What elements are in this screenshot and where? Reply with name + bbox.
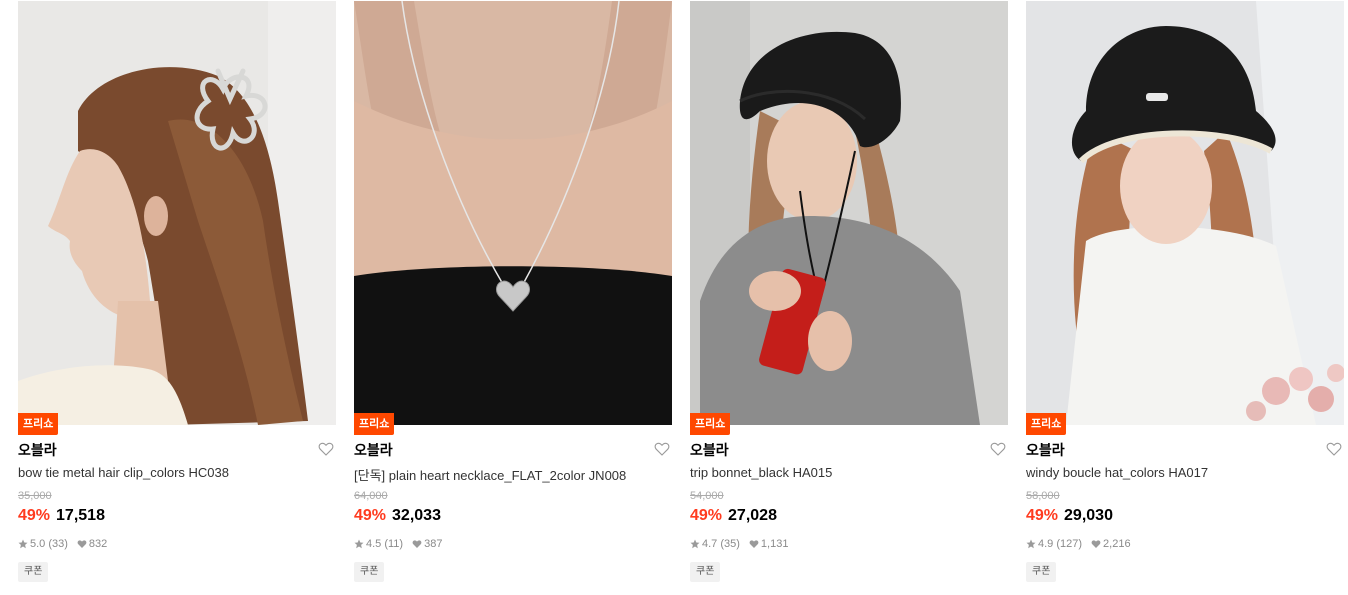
product-card[interactable]: 프리쇼 오블라 windy boucle hat_colors HA017 58… bbox=[1026, 0, 1344, 595]
price-row: 49% 29,030 bbox=[1026, 507, 1113, 525]
product-name[interactable]: windy boucle hat_colors HA017 bbox=[1026, 465, 1326, 480]
coupon-tag: 쿠폰 bbox=[690, 562, 721, 582]
coupon-tag: 쿠폰 bbox=[1026, 562, 1057, 582]
likes-count: 387 bbox=[412, 538, 442, 550]
product-image[interactable] bbox=[18, 1, 336, 425]
sale-price: 32,033 bbox=[392, 507, 441, 524]
price-row: 49% 32,033 bbox=[354, 507, 441, 525]
heart-icon bbox=[1091, 540, 1101, 548]
preshow-badge: 프리쇼 bbox=[690, 413, 731, 435]
rating-likes: 4.5 (11) 387 bbox=[354, 538, 442, 550]
heart-icon bbox=[77, 540, 87, 548]
sale-price: 29,030 bbox=[1064, 507, 1113, 524]
likes-text: 832 bbox=[88, 538, 108, 550]
product-photo-bonnet bbox=[690, 1, 1008, 425]
rating-text: 4.9 (127) bbox=[1038, 538, 1083, 550]
preshow-badge: 프리쇼 bbox=[354, 413, 395, 435]
wishlist-heart-icon[interactable] bbox=[1326, 441, 1342, 457]
brand-name[interactable]: 오블라 bbox=[354, 440, 393, 460]
wishlist-heart-icon[interactable] bbox=[990, 441, 1006, 457]
discount-rate: 49% bbox=[354, 507, 387, 524]
rating-likes: 4.7 (35) 1,131 bbox=[690, 538, 788, 550]
product-card[interactable]: 프리쇼 오블라 trip bonnet_black HA015 54,000 4… bbox=[690, 0, 1008, 595]
likes-text: 2,216 bbox=[1103, 538, 1131, 550]
star-icon bbox=[690, 539, 700, 549]
likes-count: 1,131 bbox=[749, 538, 789, 550]
star-icon bbox=[1026, 539, 1036, 549]
likes-text: 387 bbox=[424, 538, 443, 550]
preshow-badge: 프리쇼 bbox=[1026, 413, 1067, 435]
product-image[interactable] bbox=[690, 1, 1008, 425]
product-card[interactable]: 프리쇼 오블라 bow tie metal hair clip_colors H… bbox=[18, 0, 336, 595]
product-image[interactable] bbox=[354, 1, 672, 425]
rating-likes: 4.9 (127) 2,216 bbox=[1026, 538, 1131, 550]
product-photo-hair-clip bbox=[18, 1, 336, 425]
product-name[interactable]: bow tie metal hair clip_colors HC038 bbox=[18, 465, 318, 480]
product-image[interactable] bbox=[1026, 1, 1344, 425]
coupon-tag: 쿠폰 bbox=[18, 562, 49, 582]
product-card[interactable]: 프리쇼 오블라 [단독] plain heart necklace_FLAT_2… bbox=[354, 0, 672, 595]
rating-likes: 5.0 (33) 832 bbox=[18, 538, 107, 550]
star-icon bbox=[18, 539, 28, 549]
discount-rate: 49% bbox=[690, 507, 723, 524]
heart-icon bbox=[412, 540, 422, 548]
rating-text: 4.5 (11) bbox=[366, 538, 404, 550]
rating-text: 5.0 (33) bbox=[30, 538, 68, 550]
product-name[interactable]: trip bonnet_black HA015 bbox=[690, 465, 990, 480]
sale-price: 27,028 bbox=[728, 507, 777, 524]
star-icon bbox=[354, 539, 364, 549]
original-price: 54,000 bbox=[690, 490, 724, 502]
discount-rate: 49% bbox=[1026, 507, 1059, 524]
original-price: 64,000 bbox=[354, 490, 388, 502]
brand-name[interactable]: 오블라 bbox=[690, 440, 729, 460]
price-row: 49% 27,028 bbox=[690, 507, 777, 525]
wishlist-heart-icon[interactable] bbox=[318, 441, 334, 457]
price-row: 49% 17,518 bbox=[18, 507, 105, 525]
likes-text: 1,131 bbox=[760, 538, 789, 550]
likes-count: 832 bbox=[77, 538, 107, 550]
discount-rate: 49% bbox=[18, 507, 51, 524]
wishlist-heart-icon[interactable] bbox=[654, 441, 670, 457]
rating-text: 4.7 (35) bbox=[702, 538, 740, 550]
brand-name[interactable]: 오블라 bbox=[1026, 440, 1065, 460]
product-name[interactable]: [단독] plain heart necklace_FLAT_2color JN… bbox=[354, 465, 654, 484]
original-price: 58,000 bbox=[1026, 490, 1060, 502]
sale-price: 17,518 bbox=[56, 507, 105, 524]
original-price: 35,000 bbox=[18, 490, 52, 502]
product-photo-necklace bbox=[354, 1, 672, 425]
heart-icon bbox=[749, 540, 759, 548]
coupon-tag: 쿠폰 bbox=[354, 562, 385, 582]
product-photo-boucle-hat bbox=[1026, 1, 1344, 425]
product-grid: 프리쇼 오블라 bow tie metal hair clip_colors H… bbox=[0, 0, 1348, 595]
likes-count: 2,216 bbox=[1091, 538, 1131, 550]
preshow-badge: 프리쇼 bbox=[18, 413, 59, 435]
brand-name[interactable]: 오블라 bbox=[18, 440, 57, 460]
